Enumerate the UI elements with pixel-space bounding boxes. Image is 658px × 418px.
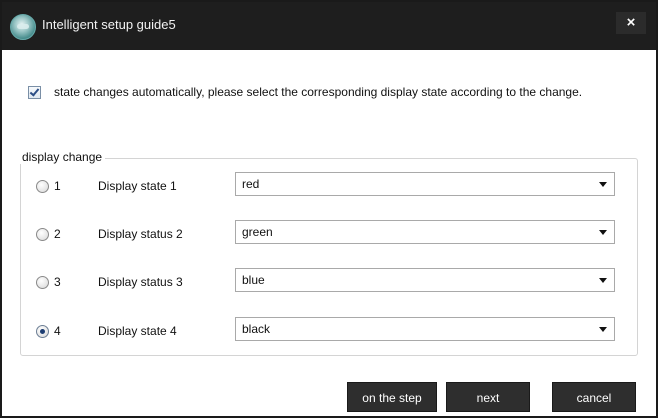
chevron-down-icon[interactable] xyxy=(599,182,607,187)
state-radio-1[interactable] xyxy=(36,180,49,193)
group-legend: display change xyxy=(20,150,106,164)
radio-selected-dot xyxy=(40,329,45,334)
auto-state-checkbox[interactable] xyxy=(28,86,41,99)
auto-state-label: state changes automatically, please sele… xyxy=(54,85,583,99)
close-button[interactable]: × xyxy=(616,12,646,34)
select-value: green xyxy=(242,225,273,239)
radio-label: 1 xyxy=(54,179,61,193)
chevron-down-icon[interactable] xyxy=(599,278,607,283)
state-radio-3[interactable] xyxy=(36,276,49,289)
title-bar[interactable]: Intelligent setup guide5 × xyxy=(2,2,656,50)
state-row-4: 4 Display state 4 black xyxy=(2,317,658,347)
radio-label: 3 xyxy=(54,275,61,289)
state-row-2: 2 Display status 2 green xyxy=(2,220,658,250)
checkmark-icon xyxy=(29,86,40,97)
state-label: Display state 1 xyxy=(98,179,177,193)
state-label: Display status 3 xyxy=(98,275,183,289)
select-value: red xyxy=(242,177,260,191)
chevron-down-icon[interactable] xyxy=(599,327,607,332)
select-value: black xyxy=(242,322,271,336)
state-radio-4[interactable] xyxy=(36,325,49,338)
state-label: Display state 4 xyxy=(98,324,177,338)
state-select-3[interactable]: blue xyxy=(235,268,615,292)
radio-label: 4 xyxy=(54,324,61,338)
state-select-4[interactable]: black xyxy=(235,317,615,341)
chevron-down-icon[interactable] xyxy=(599,230,607,235)
state-row-1: 1 Display state 1 red xyxy=(2,172,658,202)
setup-guide-dialog: Intelligent setup guide5 × state changes… xyxy=(0,0,658,418)
cancel-button[interactable]: cancel xyxy=(552,382,636,412)
state-select-2[interactable]: green xyxy=(235,220,615,244)
state-radio-2[interactable] xyxy=(36,228,49,241)
state-label: Display status 2 xyxy=(98,227,183,241)
radio-label: 2 xyxy=(54,227,61,241)
previous-step-button[interactable]: on the step xyxy=(347,382,437,412)
window-title: Intelligent setup guide5 xyxy=(42,17,176,32)
app-icon xyxy=(10,14,36,40)
state-select-1[interactable]: red xyxy=(235,172,615,196)
state-row-3: 3 Display status 3 blue xyxy=(2,268,658,298)
select-value: blue xyxy=(242,273,265,287)
next-button[interactable]: next xyxy=(446,382,530,412)
